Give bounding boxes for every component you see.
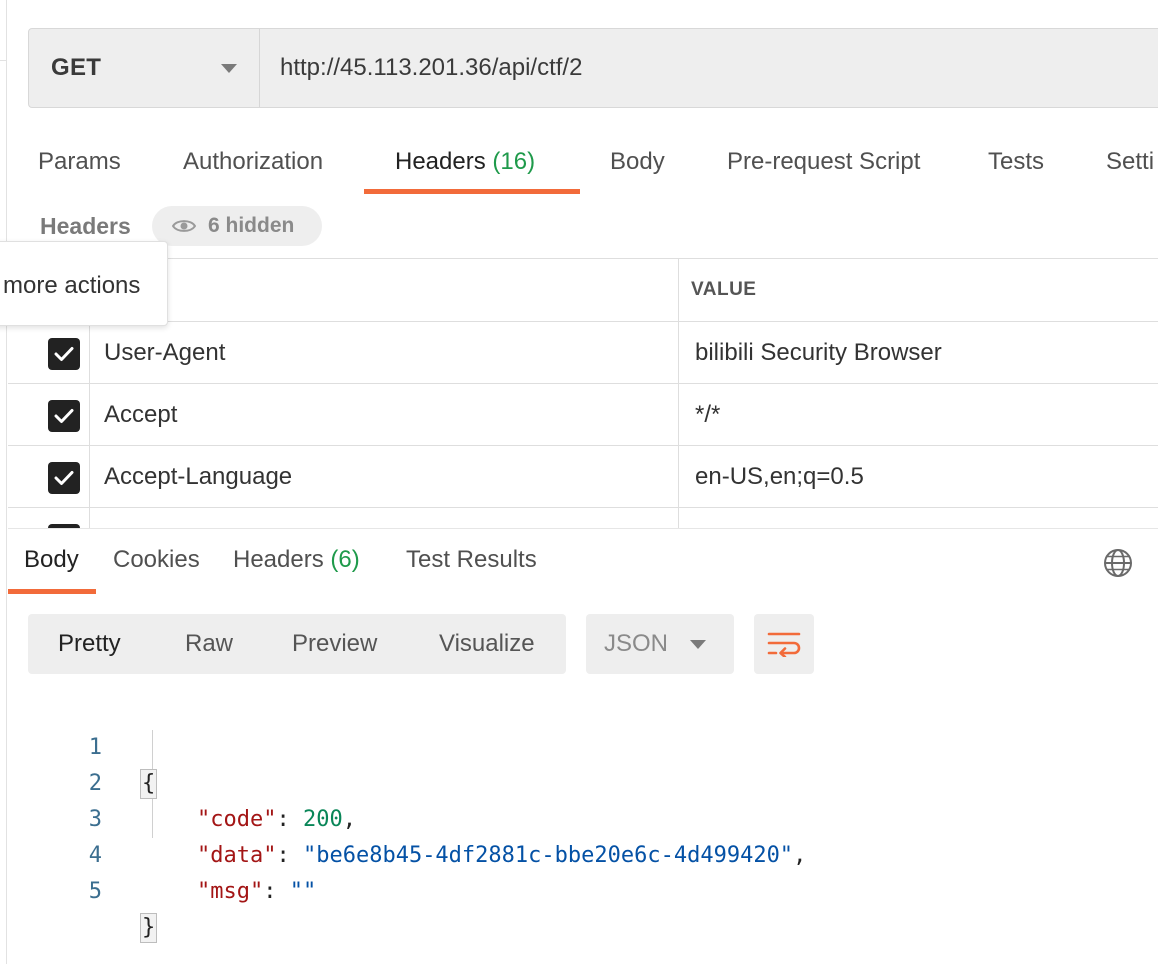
tab-label: Pre-request Script	[727, 148, 921, 175]
tab-label: Headers	[395, 148, 486, 175]
tab-body[interactable]: Body	[610, 130, 665, 194]
format-label: JSON	[604, 630, 669, 657]
checkmark-icon	[54, 347, 74, 361]
left-border-tick	[0, 60, 6, 61]
method-select[interactable]: GET	[29, 29, 260, 107]
table-row: User-Agent bilibili Security Browser	[8, 322, 1158, 384]
row-checkbox[interactable]	[48, 462, 80, 494]
response-tab-body[interactable]: Body	[24, 546, 79, 574]
tab-label: Headers	[233, 546, 324, 573]
view-mode-group: Pretty Raw Preview Visualize	[28, 614, 566, 674]
table-row-partial	[8, 508, 1158, 528]
view-preview-button[interactable]: Preview	[292, 614, 377, 674]
header-value[interactable]: */*	[695, 384, 720, 446]
tab-label: Params	[38, 148, 121, 175]
chevron-down-icon	[690, 639, 706, 649]
row-checkbox[interactable]	[48, 400, 80, 432]
view-visualize-button[interactable]: Visualize	[439, 614, 535, 674]
tooltip-text: more actions	[3, 272, 141, 299]
wrap-lines-icon	[767, 632, 801, 657]
response-tab-cookies[interactable]: Cookies	[113, 546, 200, 574]
request-tabs: Params Authorization Headers (16) Body P…	[0, 130, 1158, 194]
wrap-lines-button[interactable]	[754, 614, 814, 674]
headers-table: VALUE User-Agent bilibili Security Brows…	[8, 258, 1158, 528]
tab-headers[interactable]: Headers (16)	[395, 130, 535, 194]
request-url-bar: GET	[28, 28, 1158, 108]
response-tab-test-results[interactable]: Test Results	[406, 546, 537, 574]
tab-label: Test Results	[406, 546, 537, 573]
more-actions-tooltip: more actions	[0, 241, 168, 326]
header-key[interactable]: User-Agent	[104, 322, 225, 384]
tab-count: (16)	[492, 148, 536, 175]
hidden-headers-toggle[interactable]: 6 hidden	[152, 206, 322, 246]
response-active-tab-indicator	[8, 589, 96, 594]
tab-authorization[interactable]: Authorization	[183, 130, 323, 194]
value-column-header: VALUE	[691, 279, 757, 300]
eye-icon	[172, 220, 196, 232]
checkmark-icon	[54, 409, 74, 423]
tab-params[interactable]: Params	[38, 130, 121, 194]
checkmark-icon	[54, 471, 74, 485]
hidden-count: 6 hidden	[208, 214, 295, 237]
method-label: GET	[51, 54, 102, 81]
code-line: 4 "msg": ""	[0, 802, 1158, 904]
code-line: 1 {	[0, 694, 1158, 799]
url-input[interactable]	[260, 29, 1158, 107]
active-tab-indicator	[364, 189, 580, 194]
tab-label: Body	[24, 546, 79, 573]
code-line: 3 "data": "be6e8b45-4df2881c-bbe20e6c-4d…	[0, 766, 1158, 868]
header-value[interactable]: bilibili Security Browser	[695, 322, 942, 384]
line-number: 5	[88, 879, 102, 904]
headers-section-title: Headers	[40, 213, 131, 239]
tab-settings[interactable]: Setti	[1106, 130, 1154, 194]
row-checkbox[interactable]	[48, 338, 80, 370]
response-tab-headers[interactable]: Headers (6)	[233, 546, 360, 574]
table-header: VALUE	[8, 259, 1158, 322]
chevron-down-icon	[221, 63, 237, 73]
tab-label: Authorization	[183, 148, 324, 175]
view-pretty-button[interactable]: Pretty	[58, 614, 121, 674]
tab-label: Body	[610, 148, 665, 175]
json-key: "msg"	[197, 879, 264, 904]
globe-icon[interactable]	[1102, 547, 1134, 579]
header-key[interactable]: Accept	[104, 384, 177, 446]
tab-count: (6)	[330, 546, 360, 573]
tab-label: Setti	[1106, 148, 1155, 175]
tab-tests[interactable]: Tests	[988, 130, 1044, 194]
tab-label: Tests	[988, 148, 1045, 175]
table-row: Accept-Language en-US,en;q=0.5	[8, 446, 1158, 508]
format-select[interactable]: JSON	[586, 614, 734, 674]
close-brace: }	[140, 913, 158, 943]
code-line: 5 }	[0, 838, 1158, 943]
header-value[interactable]: en-US,en;q=0.5	[695, 446, 864, 508]
header-key[interactable]: Accept-Language	[104, 446, 292, 508]
view-raw-button[interactable]: Raw	[185, 614, 233, 674]
tab-label: Cookies	[113, 546, 200, 573]
code-line: 2 "code": 200,	[0, 730, 1158, 832]
json-value: ""	[289, 879, 317, 904]
tab-pre-request-script[interactable]: Pre-request Script	[727, 130, 920, 194]
table-row: Accept */*	[8, 384, 1158, 446]
